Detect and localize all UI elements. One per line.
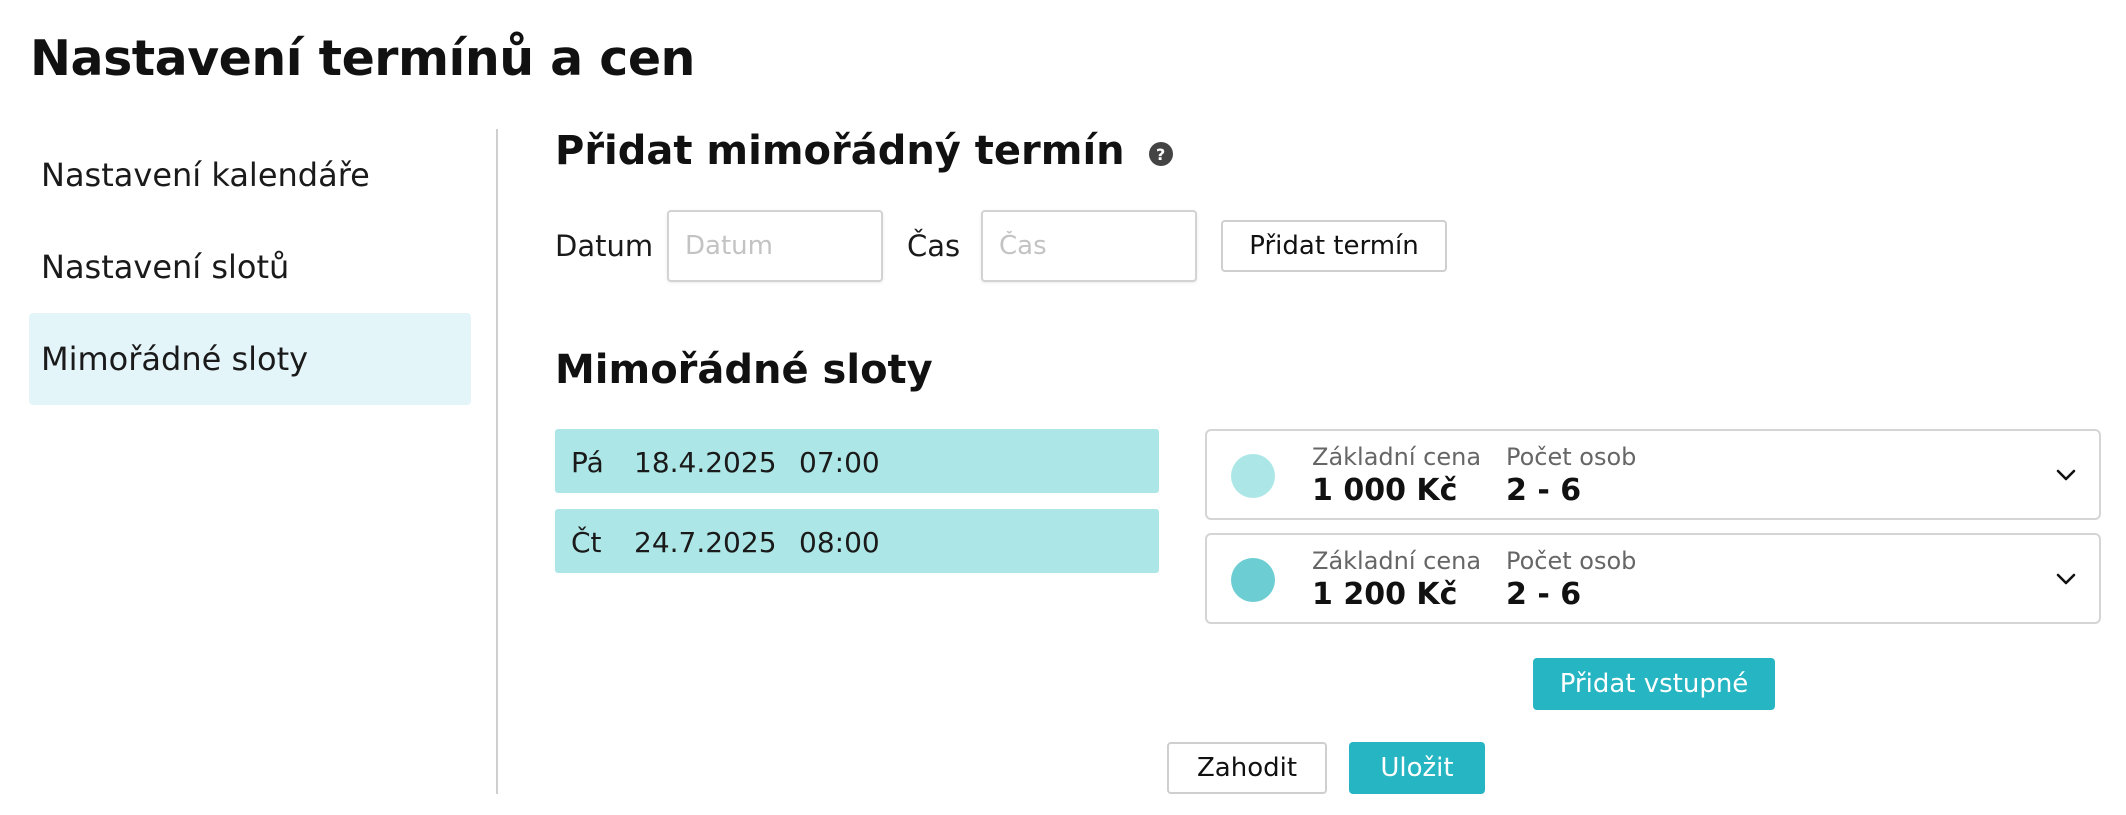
date-input[interactable] <box>667 210 883 282</box>
slot-row[interactable]: Pá 18.4.2025 07:00 <box>555 429 1159 493</box>
chevron-down-icon[interactable] <box>2055 464 2077 486</box>
price-card[interactable]: Základní cena 1 000 Kč Počet osob 2 - 6 <box>1205 429 2101 520</box>
sidebar-item-calendar-settings[interactable]: Nastavení kalendáře <box>29 129 471 221</box>
chevron-down-icon[interactable] <box>2055 568 2077 590</box>
sidebar-item-slot-settings[interactable]: Nastavení slotů <box>29 221 471 313</box>
price-card[interactable]: Základní cena 1 200 Kč Počet osob 2 - 6 <box>1205 533 2101 624</box>
slot-row[interactable]: Čt 24.7.2025 08:00 <box>555 509 1159 573</box>
add-slot-button[interactable]: Přidat termín <box>1221 220 1447 272</box>
persons-value: 2 - 6 <box>1506 577 1582 612</box>
discard-button[interactable]: Zahodit <box>1167 742 1327 794</box>
slot-day: Pá <box>571 446 604 479</box>
add-admission-button[interactable]: Přidat vstupné <box>1533 658 1775 710</box>
sidebar-divider <box>496 129 498 794</box>
sidebar-item-extra-slots[interactable]: Mimořádné sloty <box>29 313 471 405</box>
persons-label: Počet osob <box>1506 443 1637 471</box>
add-slot-title: Přidat mimořádný termín ? <box>555 128 1173 174</box>
slot-date: 24.7.2025 <box>634 526 777 559</box>
help-icon[interactable]: ? <box>1148 142 1173 166</box>
time-input[interactable] <box>981 210 1197 282</box>
extra-slots-title: Mimořádné sloty <box>555 347 933 393</box>
slot-time: 08:00 <box>799 526 880 559</box>
sidebar-item-label: Nastavení slotů <box>41 248 290 286</box>
save-button[interactable]: Uložit <box>1349 742 1485 794</box>
date-label: Datum <box>555 229 654 263</box>
slot-time: 07:00 <box>799 446 880 479</box>
price-color-dot <box>1231 454 1275 498</box>
sidebar-item-label: Nastavení kalendáře <box>41 156 370 194</box>
base-price-value: 1 200 Kč <box>1312 577 1458 612</box>
time-label: Čas <box>907 229 961 263</box>
persons-value: 2 - 6 <box>1506 473 1582 508</box>
base-price-label: Základní cena <box>1312 443 1482 471</box>
slot-day: Čt <box>571 526 602 559</box>
price-color-dot <box>1231 558 1275 602</box>
main-content: Přidat mimořádný termín ? Datum Čas Přid… <box>555 0 2126 815</box>
base-price-label: Základní cena <box>1312 547 1482 575</box>
persons-label: Počet osob <box>1506 547 1637 575</box>
sidebar: Nastavení kalendáře Nastavení slotů Mimo… <box>29 129 471 405</box>
add-slot-title-text: Přidat mimořádný termín <box>555 128 1125 174</box>
base-price-value: 1 000 Kč <box>1312 473 1458 508</box>
slot-date: 18.4.2025 <box>634 446 777 479</box>
sidebar-item-label: Mimořádné sloty <box>41 340 309 378</box>
